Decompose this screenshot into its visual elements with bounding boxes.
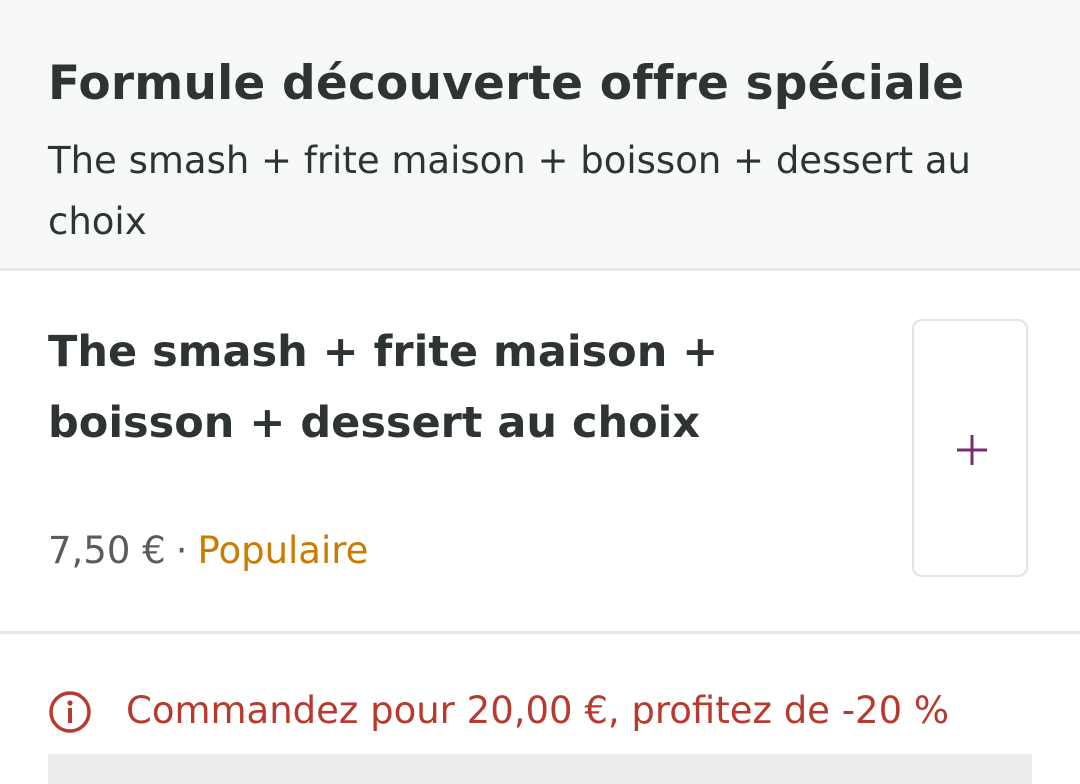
plus-icon <box>957 435 987 465</box>
category-description: The smash + frite maison + boisson + des… <box>48 139 971 243</box>
category-title: Formule découverte offre spéciale <box>48 56 965 111</box>
category-header: Formule découverte offre spéciale The sm… <box>0 0 1080 271</box>
menu-item-card[interactable]: The smash + frite maison + boisson + des… <box>0 271 1080 634</box>
bottom-bar <box>48 754 1032 784</box>
info-icon <box>49 691 91 733</box>
popular-badge: Populaire <box>197 529 369 572</box>
item-price: 7,50 € <box>48 529 166 572</box>
item-name: The smash + frite maison + boisson + des… <box>48 327 719 448</box>
item-meta: 7,50 € · Populaire <box>48 529 368 572</box>
meta-separator: · <box>175 529 188 572</box>
promo-text: Commandez pour 20,00 €, profitez de -20 … <box>126 689 950 732</box>
menu-page: Formule découverte offre spéciale The sm… <box>0 0 1080 784</box>
add-item-button[interactable] <box>912 319 1028 577</box>
